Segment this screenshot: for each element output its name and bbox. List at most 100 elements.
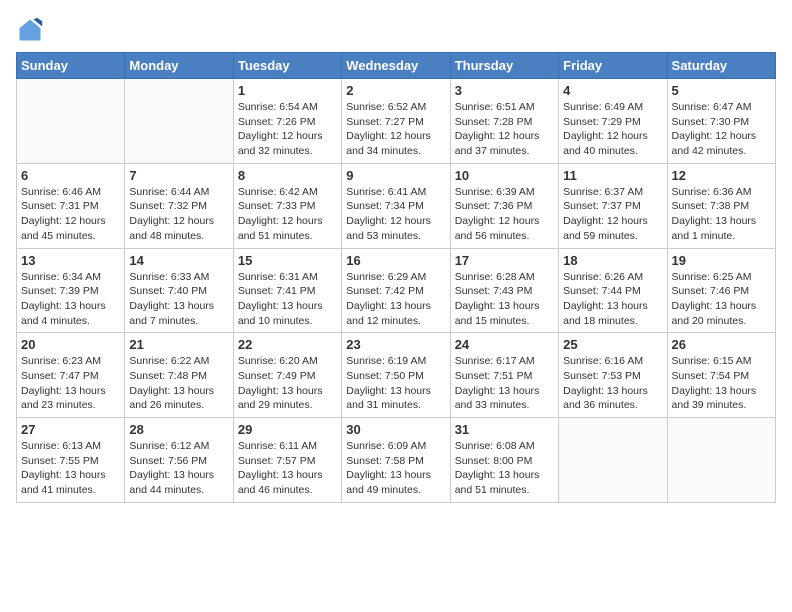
day-number: 18 bbox=[563, 253, 662, 268]
day-number: 10 bbox=[455, 168, 554, 183]
calendar-cell: 11 Sunrise: 6:37 AM Sunset: 7:37 PM Dayli… bbox=[559, 163, 667, 248]
calendar-cell: 27 Sunrise: 6:13 AM Sunset: 7:55 PM Dayli… bbox=[17, 418, 125, 503]
day-info: Sunrise: 6:47 AM Sunset: 7:30 PM Dayligh… bbox=[672, 100, 771, 159]
calendar-cell: 15 Sunrise: 6:31 AM Sunset: 7:41 PM Dayli… bbox=[233, 248, 341, 333]
day-number: 26 bbox=[672, 337, 771, 352]
calendar-cell: 8Sunrise: 6:42 AM Sunset: 7:33 PM Daylig… bbox=[233, 163, 341, 248]
day-info: Sunrise: 6:31 AM Sunset: 7:41 PM Dayligh… bbox=[238, 270, 337, 329]
day-number: 16 bbox=[346, 253, 445, 268]
day-number: 15 bbox=[238, 253, 337, 268]
day-info: Sunrise: 6:41 AM Sunset: 7:34 PM Dayligh… bbox=[346, 185, 445, 244]
calendar-cell: 29 Sunrise: 6:11 AM Sunset: 7:57 PM Dayli… bbox=[233, 418, 341, 503]
calendar-cell bbox=[125, 79, 233, 164]
logo bbox=[16, 16, 48, 44]
calendar-cell bbox=[17, 79, 125, 164]
day-info: Sunrise: 6:36 AM Sunset: 7:38 PM Dayligh… bbox=[672, 185, 771, 244]
day-info: Sunrise: 6:17 AM Sunset: 7:51 PM Dayligh… bbox=[455, 354, 554, 413]
day-info: Sunrise: 6:08 AM Sunset: 8:00 PM Dayligh… bbox=[455, 439, 554, 498]
day-number: 31 bbox=[455, 422, 554, 437]
weekday-header-saturday: Saturday bbox=[667, 53, 775, 79]
day-info: Sunrise: 6:16 AM Sunset: 7:53 PM Dayligh… bbox=[563, 354, 662, 413]
calendar-cell: 17 Sunrise: 6:28 AM Sunset: 7:43 PM Dayli… bbox=[450, 248, 558, 333]
day-number: 6 bbox=[21, 168, 120, 183]
calendar-body: 1 Sunrise: 6:54 AM Sunset: 7:26 PM Daylig… bbox=[17, 79, 776, 503]
day-number: 11 bbox=[563, 168, 662, 183]
day-number: 1 bbox=[238, 83, 337, 98]
calendar-cell: 23Sunrise: 6:19 AM Sunset: 7:50 PM Dayli… bbox=[342, 333, 450, 418]
calendar-cell: 1 Sunrise: 6:54 AM Sunset: 7:26 PM Daylig… bbox=[233, 79, 341, 164]
calendar-cell: 19 Sunrise: 6:25 AM Sunset: 7:46 PM Dayli… bbox=[667, 248, 775, 333]
day-info: Sunrise: 6:37 AM Sunset: 7:37 PM Dayligh… bbox=[563, 185, 662, 244]
weekday-header-wednesday: Wednesday bbox=[342, 53, 450, 79]
calendar-cell: 6 Sunrise: 6:46 AM Sunset: 7:31 PM Daylig… bbox=[17, 163, 125, 248]
day-number: 2 bbox=[346, 83, 445, 98]
day-number: 14 bbox=[129, 253, 228, 268]
calendar-cell: 7 Sunrise: 6:44 AM Sunset: 7:32 PM Daylig… bbox=[125, 163, 233, 248]
day-info: Sunrise: 6:26 AM Sunset: 7:44 PM Dayligh… bbox=[563, 270, 662, 329]
calendar-cell: 22Sunrise: 6:20 AM Sunset: 7:49 PM Dayli… bbox=[233, 333, 341, 418]
calendar-table: SundayMondayTuesdayWednesdayThursdayFrid… bbox=[16, 52, 776, 503]
calendar-cell: 25 Sunrise: 6:16 AM Sunset: 7:53 PM Dayli… bbox=[559, 333, 667, 418]
day-number: 29 bbox=[238, 422, 337, 437]
day-number: 13 bbox=[21, 253, 120, 268]
day-info: Sunrise: 6:46 AM Sunset: 7:31 PM Dayligh… bbox=[21, 185, 120, 244]
weekday-header-monday: Monday bbox=[125, 53, 233, 79]
calendar-cell: 21 Sunrise: 6:22 AM Sunset: 7:48 PM Dayli… bbox=[125, 333, 233, 418]
page-header bbox=[16, 16, 776, 44]
day-number: 21 bbox=[129, 337, 228, 352]
calendar-cell: 2 Sunrise: 6:52 AM Sunset: 7:27 PM Daylig… bbox=[342, 79, 450, 164]
day-info: Sunrise: 6:54 AM Sunset: 7:26 PM Dayligh… bbox=[238, 100, 337, 159]
day-number: 19 bbox=[672, 253, 771, 268]
calendar-cell: 18 Sunrise: 6:26 AM Sunset: 7:44 PM Dayli… bbox=[559, 248, 667, 333]
calendar-cell: 26Sunrise: 6:15 AM Sunset: 7:54 PM Dayli… bbox=[667, 333, 775, 418]
day-info: Sunrise: 6:39 AM Sunset: 7:36 PM Dayligh… bbox=[455, 185, 554, 244]
day-number: 28 bbox=[129, 422, 228, 437]
day-number: 5 bbox=[672, 83, 771, 98]
calendar-cell bbox=[667, 418, 775, 503]
day-info: Sunrise: 6:11 AM Sunset: 7:57 PM Dayligh… bbox=[238, 439, 337, 498]
calendar-cell: 5 Sunrise: 6:47 AM Sunset: 7:30 PM Daylig… bbox=[667, 79, 775, 164]
calendar-cell: 10 Sunrise: 6:39 AM Sunset: 7:36 PM Dayli… bbox=[450, 163, 558, 248]
day-info: Sunrise: 6:13 AM Sunset: 7:55 PM Dayligh… bbox=[21, 439, 120, 498]
weekday-header-friday: Friday bbox=[559, 53, 667, 79]
day-info: Sunrise: 6:44 AM Sunset: 7:32 PM Dayligh… bbox=[129, 185, 228, 244]
day-info: Sunrise: 6:49 AM Sunset: 7:29 PM Dayligh… bbox=[563, 100, 662, 159]
day-info: Sunrise: 6:22 AM Sunset: 7:48 PM Dayligh… bbox=[129, 354, 228, 413]
day-number: 7 bbox=[129, 168, 228, 183]
day-info: Sunrise: 6:20 AM Sunset: 7:49 PM Dayligh… bbox=[238, 354, 337, 413]
calendar-cell: 12 Sunrise: 6:36 AM Sunset: 7:38 PM Dayli… bbox=[667, 163, 775, 248]
day-number: 12 bbox=[672, 168, 771, 183]
day-number: 4 bbox=[563, 83, 662, 98]
calendar-week-row: 6 Sunrise: 6:46 AM Sunset: 7:31 PM Daylig… bbox=[17, 163, 776, 248]
day-info: Sunrise: 6:34 AM Sunset: 7:39 PM Dayligh… bbox=[21, 270, 120, 329]
calendar-cell: 3 Sunrise: 6:51 AM Sunset: 7:28 PM Daylig… bbox=[450, 79, 558, 164]
calendar-header: SundayMondayTuesdayWednesdayThursdayFrid… bbox=[17, 53, 776, 79]
day-number: 3 bbox=[455, 83, 554, 98]
day-number: 20 bbox=[21, 337, 120, 352]
calendar-cell: 30Sunrise: 6:09 AM Sunset: 7:58 PM Dayli… bbox=[342, 418, 450, 503]
calendar-cell: 28 Sunrise: 6:12 AM Sunset: 7:56 PM Dayli… bbox=[125, 418, 233, 503]
weekday-header-row: SundayMondayTuesdayWednesdayThursdayFrid… bbox=[17, 53, 776, 79]
calendar-cell: 4 Sunrise: 6:49 AM Sunset: 7:29 PM Daylig… bbox=[559, 79, 667, 164]
day-info: Sunrise: 6:12 AM Sunset: 7:56 PM Dayligh… bbox=[129, 439, 228, 498]
calendar-cell: 20Sunrise: 6:23 AM Sunset: 7:47 PM Dayli… bbox=[17, 333, 125, 418]
calendar-cell: 9 Sunrise: 6:41 AM Sunset: 7:34 PM Daylig… bbox=[342, 163, 450, 248]
day-number: 30 bbox=[346, 422, 445, 437]
day-number: 9 bbox=[346, 168, 445, 183]
calendar-cell: 13 Sunrise: 6:34 AM Sunset: 7:39 PM Dayli… bbox=[17, 248, 125, 333]
day-number: 17 bbox=[455, 253, 554, 268]
day-info: Sunrise: 6:51 AM Sunset: 7:28 PM Dayligh… bbox=[455, 100, 554, 159]
calendar-week-row: 1 Sunrise: 6:54 AM Sunset: 7:26 PM Daylig… bbox=[17, 79, 776, 164]
calendar-week-row: 27 Sunrise: 6:13 AM Sunset: 7:55 PM Dayli… bbox=[17, 418, 776, 503]
day-info: Sunrise: 6:25 AM Sunset: 7:46 PM Dayligh… bbox=[672, 270, 771, 329]
calendar-cell: 14Sunrise: 6:33 AM Sunset: 7:40 PM Dayli… bbox=[125, 248, 233, 333]
day-number: 25 bbox=[563, 337, 662, 352]
weekday-header-tuesday: Tuesday bbox=[233, 53, 341, 79]
calendar-cell: 16Sunrise: 6:29 AM Sunset: 7:42 PM Dayli… bbox=[342, 248, 450, 333]
calendar-cell bbox=[559, 418, 667, 503]
weekday-header-sunday: Sunday bbox=[17, 53, 125, 79]
day-info: Sunrise: 6:28 AM Sunset: 7:43 PM Dayligh… bbox=[455, 270, 554, 329]
day-number: 8 bbox=[238, 168, 337, 183]
day-info: Sunrise: 6:52 AM Sunset: 7:27 PM Dayligh… bbox=[346, 100, 445, 159]
day-number: 27 bbox=[21, 422, 120, 437]
